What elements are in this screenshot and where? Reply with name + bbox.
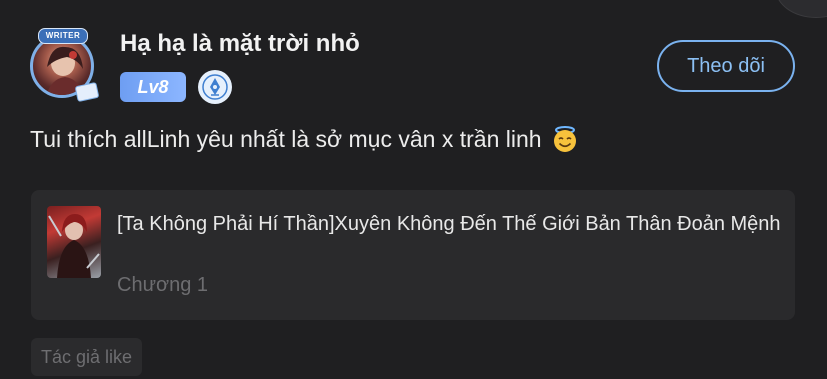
author-name[interactable]: Hạ hạ là mặt trời nhỏ (120, 30, 360, 58)
follow-button[interactable]: Theo dõi (657, 40, 795, 92)
tag-author-like[interactable]: Tác giả like (31, 338, 143, 376)
avatar[interactable]: WRITER (24, 26, 100, 103)
smiling-face-with-halo-icon (550, 124, 580, 154)
book-decoration-icon (74, 81, 100, 103)
comment-body: Tui thích allLinh yêu nhất là sở mục vân… (30, 125, 542, 152)
comment-text: Tui thích allLinh yêu nhất là sở mục vân… (30, 124, 580, 154)
corner-decoration (775, 0, 827, 18)
book-card[interactable]: [Ta Không Phải Hí Thần]Xuyên Không Đến T… (31, 190, 795, 320)
level-badge: Lv8 (120, 72, 186, 102)
writer-frame-badge: WRITER (38, 28, 88, 44)
pen-nib-icon (198, 70, 232, 104)
book-title: [Ta Không Phải Hí Thần]Xuyên Không Đến T… (117, 213, 781, 235)
book-cover-image (47, 206, 101, 278)
book-chapter: Chương 1 (117, 274, 208, 296)
